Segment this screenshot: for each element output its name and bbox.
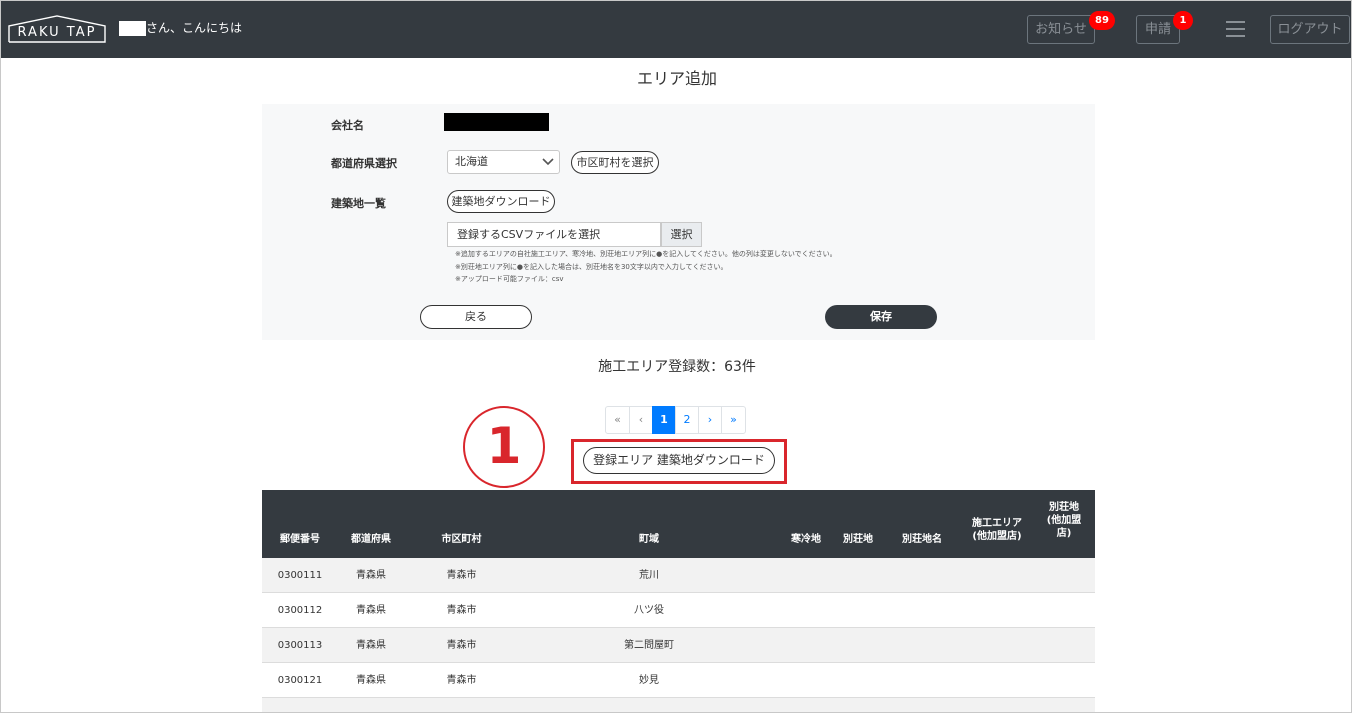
- back-button[interactable]: 戻る: [420, 305, 532, 329]
- user-name-redacted: [119, 21, 146, 36]
- cell-zip: 0300121: [277, 675, 323, 686]
- th-town: 町域: [639, 534, 659, 545]
- hamburger-menu-icon[interactable]: [1226, 21, 1245, 37]
- th-villa-name: 別荘地名: [902, 534, 942, 545]
- upload-note-1: ※追加するエリアの自社施工エリア、寒冷地、別荘地エリア列に●を記入してください。…: [455, 250, 837, 258]
- cell-city: 青森市: [446, 605, 477, 616]
- pagination-page-1[interactable]: 1: [652, 406, 676, 434]
- pagination-first[interactable]: «: [605, 406, 630, 434]
- cell-town: 荒川: [639, 570, 659, 581]
- greeting-text: さん、こんにちは: [146, 21, 243, 35]
- pagination-prev[interactable]: ‹: [629, 406, 653, 434]
- pagination: « ‹ 1 2 › »: [605, 406, 746, 434]
- th-villa-other-line1: 別荘地: [1049, 502, 1079, 513]
- page-title: エリア追加: [636, 69, 717, 88]
- upload-note-3: ※アップロード可能ファイル：csv: [455, 275, 564, 283]
- notice-count-badge: 89: [1089, 11, 1115, 30]
- cell-zip: 0300111: [277, 570, 323, 581]
- table-row: 0300112 青森県 青森市 八ツ役: [262, 593, 1095, 628]
- csv-select-button[interactable]: 選択: [661, 222, 702, 247]
- th-cold-area: 寒冷地: [791, 534, 821, 545]
- cell-zip: 0300113: [277, 640, 323, 651]
- save-button[interactable]: 保存: [825, 305, 937, 329]
- site-list-label: 建築地一覧: [331, 197, 386, 210]
- site-download-button[interactable]: 建築地ダウンロード: [447, 190, 555, 213]
- city-select-button[interactable]: 市区町村を選択: [571, 151, 659, 174]
- th-city: 市区町村: [441, 534, 482, 545]
- table-row: 0300113 青森県 青森市 第二問屋町: [262, 628, 1095, 663]
- annotation-number: 1: [486, 417, 522, 475]
- chevron-down-icon: [542, 158, 554, 166]
- table-row-partial: [262, 698, 1095, 712]
- pagination-last[interactable]: »: [721, 406, 746, 434]
- cell-town: 八ツ役: [634, 605, 664, 616]
- table-row: 0300121 青森県 青森市 妙見: [262, 663, 1095, 698]
- notice-button[interactable]: お知らせ: [1027, 15, 1095, 44]
- cell-zip: 0300112: [277, 605, 323, 616]
- registered-area-count: 施工エリア登録数：63件: [598, 359, 756, 375]
- th-construction-area-line1: 施工エリア: [972, 518, 1022, 529]
- th-construction-area-line2: (他加盟店): [972, 531, 1022, 542]
- cell-city: 青森市: [446, 570, 477, 581]
- cell-prefecture: 青森県: [356, 605, 386, 616]
- table-header: 郵便番号 都道府県 市区町村 町域 寒冷地 別荘地 別荘地名 施工エリア (他加…: [262, 490, 1095, 558]
- cell-city: 青森市: [446, 675, 477, 686]
- prefecture-label: 都道府県選択: [331, 157, 397, 170]
- logo-text: RAKU TAP: [17, 25, 97, 40]
- company-name-redacted: [444, 113, 549, 131]
- prefecture-select-value: 北海道: [455, 155, 488, 168]
- logo[interactable]: RAKU TAP: [7, 14, 107, 44]
- cell-town: 妙見: [639, 675, 659, 686]
- company-label: 会社名: [331, 119, 364, 132]
- area-table: 郵便番号 都道府県 市区町村 町域 寒冷地 別荘地 別荘地名 施工エリア (他加…: [262, 490, 1095, 712]
- logout-button[interactable]: ログアウト: [1270, 15, 1350, 44]
- th-construction-area: 施工エリア (他加盟店): [961, 517, 1033, 543]
- apply-count-badge: 1: [1173, 11, 1193, 30]
- pagination-next[interactable]: ›: [698, 406, 722, 434]
- th-villa: 別荘地: [843, 534, 873, 545]
- table-row: 0300111 青森県 青森市 荒川: [262, 558, 1095, 593]
- cell-town: 第二問屋町: [624, 640, 674, 651]
- prefecture-select[interactable]: 北海道: [447, 150, 560, 174]
- csv-file-input[interactable]: 登録するCSVファイルを選択: [447, 222, 661, 247]
- top-navbar: RAKU TAP さん、こんにちは お知らせ 89 申請 1 ログアウト: [1, 1, 1351, 58]
- th-villa-other: 別荘地 (他加盟 店): [1033, 501, 1095, 540]
- th-prefecture: 都道府県: [351, 534, 391, 545]
- cell-prefecture: 青森県: [356, 640, 386, 651]
- th-villa-other-line2: (他加盟: [1046, 515, 1082, 526]
- th-zip: 郵便番号: [280, 534, 320, 545]
- cell-prefecture: 青森県: [356, 675, 386, 686]
- upload-note-2: ※別荘地エリア列に●を記入した場合は、別荘地名を30文字以内で入力してください。: [455, 263, 728, 271]
- cell-city: 青森市: [446, 640, 477, 651]
- registered-area-download-button[interactable]: 登録エリア 建築地ダウンロード: [583, 447, 775, 474]
- pagination-page-2[interactable]: 2: [675, 406, 699, 434]
- cell-prefecture: 青森県: [356, 570, 386, 581]
- th-villa-other-line3: 店): [1056, 528, 1072, 539]
